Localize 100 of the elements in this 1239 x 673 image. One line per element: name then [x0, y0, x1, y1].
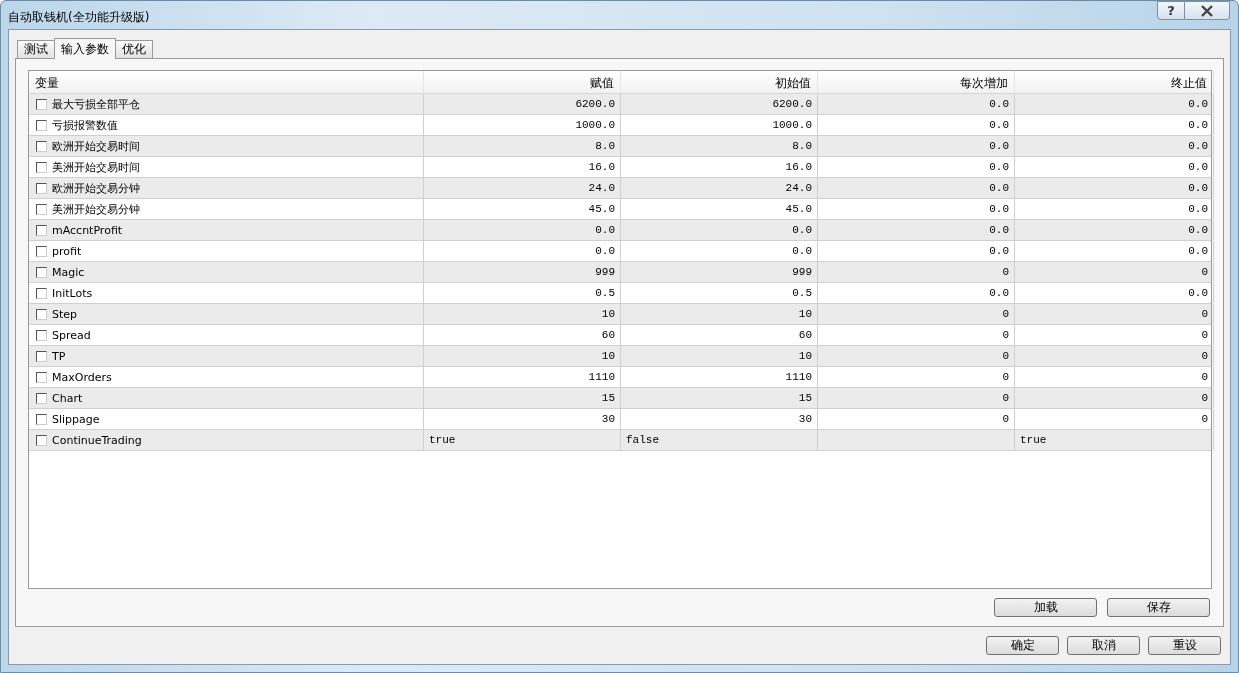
tab[interactable]: 输入参数 — [54, 38, 116, 59]
tab[interactable]: 测试 — [17, 40, 55, 58]
checkbox[interactable] — [36, 329, 47, 341]
table-cell: 0 — [1002, 392, 1009, 404]
table-cell: 0.5 — [792, 287, 812, 299]
checkbox[interactable] — [36, 434, 47, 446]
checkbox[interactable] — [36, 98, 47, 110]
checkbox[interactable] — [36, 140, 47, 152]
table-cell: 0 — [1201, 371, 1208, 383]
checkbox[interactable] — [36, 308, 47, 320]
table-cell: 45.0 — [785, 203, 812, 215]
table-cell: 0.0 — [989, 245, 1009, 257]
table-cell: 10 — [601, 308, 615, 320]
table-cell: 16.0 — [588, 161, 615, 173]
column-header[interactable]: 每次增加 — [818, 71, 1015, 93]
table-cell: 0.0 — [595, 224, 615, 236]
table-cell: 0 — [1002, 371, 1009, 383]
table-cell: 10 — [798, 350, 812, 362]
checkbox[interactable] — [36, 266, 47, 278]
table-cell: 0.0 — [1188, 98, 1208, 110]
table-cell: 30 — [601, 413, 615, 425]
button[interactable]: 保存 — [1107, 598, 1210, 617]
checkbox[interactable] — [36, 182, 47, 194]
table-cell: Chart — [52, 391, 83, 405]
table-cell: false — [626, 434, 659, 446]
table-cell: 30 — [798, 413, 812, 425]
table-cell: 0.0 — [1188, 119, 1208, 131]
close-button[interactable] — [1185, 1, 1230, 20]
table-cell: 0 — [1201, 350, 1208, 362]
checkbox[interactable] — [36, 224, 47, 236]
table-cell: 0.0 — [1188, 224, 1208, 236]
table-cell: 0 — [1002, 413, 1009, 425]
checkbox[interactable] — [36, 119, 47, 131]
table-cell: 0 — [1201, 308, 1208, 320]
table-cell: InitLots — [52, 286, 93, 300]
table-cell: 0 — [1201, 266, 1208, 278]
table-cell: 1000.0 — [772, 119, 812, 131]
table-cell: 0 — [1201, 413, 1208, 425]
table-cell: 0 — [1002, 308, 1009, 320]
column-header[interactable]: 终止值 — [1015, 71, 1214, 93]
table-cell: Slippage — [52, 412, 100, 426]
checkbox[interactable] — [36, 203, 47, 215]
table-cell: 0.0 — [989, 98, 1009, 110]
table-cell: 0.0 — [595, 245, 615, 257]
button[interactable]: 加载 — [994, 598, 1097, 617]
button[interactable]: 确定 — [986, 636, 1059, 655]
checkbox[interactable] — [36, 287, 47, 299]
table-cell: 0.0 — [989, 119, 1009, 131]
table-cell: ContinueTrading — [52, 433, 142, 447]
table-cell: 0 — [1201, 392, 1208, 404]
table-cell: 0.0 — [1188, 203, 1208, 215]
table-cell: 0.0 — [989, 224, 1009, 236]
table-cell: MaxOrders — [52, 370, 112, 384]
table-cell: Magic — [52, 265, 85, 279]
table-cell: 10 — [601, 350, 615, 362]
table-cell: 24.0 — [785, 182, 812, 194]
window-title: 自动取钱机(全功能升级版) — [8, 9, 150, 26]
column-header[interactable]: 赋值 — [424, 71, 621, 93]
table-cell: 0.0 — [1188, 140, 1208, 152]
table-cell: 999 — [595, 266, 615, 278]
table-cell: 0.0 — [989, 182, 1009, 194]
table-cell: 0.0 — [989, 161, 1009, 173]
table-cell: 0.0 — [1188, 245, 1208, 257]
table-cell: 0 — [1201, 329, 1208, 341]
table-cell: 6200.0 — [575, 98, 615, 110]
table-cell: 0 — [1002, 266, 1009, 278]
checkbox[interactable] — [36, 392, 47, 404]
tab[interactable]: 优化 — [115, 40, 153, 58]
table-cell: 1110 — [588, 371, 615, 383]
table-cell: 1000.0 — [575, 119, 615, 131]
checkbox[interactable] — [36, 245, 47, 257]
column-header[interactable]: 初始值 — [621, 71, 818, 93]
table-cell: 8.0 — [595, 140, 615, 152]
table-cell: 1110 — [785, 371, 812, 383]
checkbox[interactable] — [36, 350, 47, 362]
button[interactable]: 取消 — [1067, 636, 1140, 655]
table-cell: 欧洲开始交易分钟 — [52, 180, 140, 196]
table-cell: profit — [52, 244, 82, 258]
table-cell: 15 — [601, 392, 615, 404]
table-cell: 美洲开始交易分钟 — [52, 201, 140, 217]
checkbox[interactable] — [36, 371, 47, 383]
help-button[interactable]: ? — [1157, 1, 1185, 20]
table-cell: 10 — [798, 308, 812, 320]
table-cell: 999 — [792, 266, 812, 278]
table-cell: Spread — [52, 328, 91, 342]
table-cell: 0.0 — [792, 245, 812, 257]
checkbox[interactable] — [36, 413, 47, 425]
table-cell: 24.0 — [588, 182, 615, 194]
table-cell: 16.0 — [785, 161, 812, 173]
table-cell: true — [1020, 434, 1047, 446]
table-cell: 欧洲开始交易时间 — [52, 138, 140, 154]
table-cell: 0.0 — [989, 140, 1009, 152]
table-cell: 亏损报警数值 — [52, 117, 118, 133]
close-icon — [1200, 4, 1214, 17]
column-header[interactable]: 变量 — [29, 71, 424, 93]
table-cell: 0.0 — [1188, 161, 1208, 173]
table-cell: 最大亏损全部平仓 — [52, 96, 140, 112]
table-cell: 60 — [798, 329, 812, 341]
checkbox[interactable] — [36, 161, 47, 173]
button[interactable]: 重设 — [1148, 636, 1221, 655]
